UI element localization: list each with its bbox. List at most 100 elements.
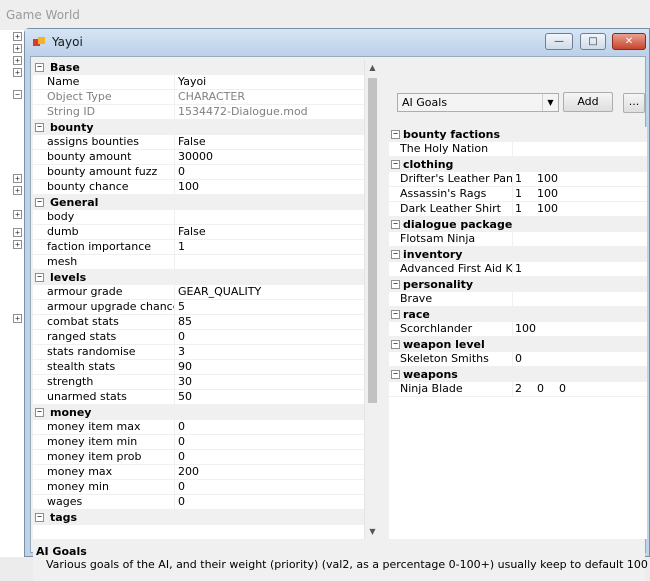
property-row[interactable]: money item max 0 — [33, 420, 364, 435]
chevron-down-icon[interactable]: ▼ — [542, 94, 558, 111]
reference-row[interactable]: Assassin's Rags 1 100 — [389, 187, 647, 202]
list-type-combo[interactable]: AI Goals ▼ — [397, 93, 559, 112]
property-row[interactable]: ranged stats 0 — [33, 330, 364, 345]
scroll-thumb[interactable] — [368, 78, 377, 403]
tree-expand-icon[interactable]: + — [13, 44, 22, 53]
collapse-icon[interactable]: − — [391, 130, 400, 139]
reference-value[interactable]: 100 — [535, 172, 558, 186]
tree-expand-icon[interactable]: + — [13, 186, 22, 195]
reference-value[interactable]: 0 — [513, 352, 535, 366]
collapse-icon[interactable]: − — [391, 220, 400, 229]
property-row[interactable]: stealth stats 90 — [33, 360, 364, 375]
tree-expand-icon[interactable]: + — [13, 314, 22, 323]
property-value[interactable]: Yayoi — [175, 75, 364, 89]
tree-expand-icon[interactable]: + — [13, 56, 22, 65]
property-value[interactable]: 0 — [175, 165, 364, 179]
property-row[interactable]: money min 0 — [33, 480, 364, 495]
tree-expand-icon[interactable]: + — [13, 32, 22, 41]
reference-row[interactable]: Flotsam Ninja — [389, 232, 647, 247]
property-value[interactable]: 3 — [175, 345, 364, 359]
reference-grid[interactable]: − bounty factions The Holy Nation − clothing… — [389, 127, 647, 539]
property-row[interactable]: money max 200 — [33, 465, 364, 480]
reference-value[interactable]: 2 — [513, 382, 535, 396]
property-value[interactable]: GEAR_QUALITY — [175, 285, 364, 299]
property-value[interactable]: 0 — [175, 435, 364, 449]
reference-row[interactable]: Brave — [389, 292, 647, 307]
parent-tree-view[interactable]: + + + + − + + + + + + — [0, 30, 26, 557]
category-header[interactable]: − tags — [33, 510, 364, 525]
property-row[interactable]: stats randomise 3 — [33, 345, 364, 360]
reference-values[interactable]: 100 — [513, 322, 647, 336]
property-value[interactable]: 0 — [175, 420, 364, 434]
reference-values[interactable]: 0 — [513, 352, 647, 366]
tree-expand-icon[interactable]: + — [13, 174, 22, 183]
reference-values[interactable] — [513, 232, 647, 246]
property-row[interactable]: money item min 0 — [33, 435, 364, 450]
reference-category-header[interactable]: − inventory — [389, 247, 647, 262]
reference-value[interactable]: 100 — [535, 187, 558, 201]
property-grid[interactable]: − Base Name Yayoi Object Type CHARACTER String… — [33, 60, 364, 539]
collapse-icon[interactable]: − — [35, 273, 44, 282]
reference-value[interactable]: 1 — [513, 172, 535, 186]
tree-expand-icon[interactable]: + — [13, 210, 22, 219]
tree-collapse-icon[interactable]: − — [13, 90, 22, 99]
reference-value[interactable]: 1 — [513, 202, 535, 216]
collapse-icon[interactable]: − — [35, 513, 44, 522]
collapse-icon[interactable]: − — [35, 123, 44, 132]
reference-row[interactable]: Drifter's Leather Pants 1 100 — [389, 172, 647, 187]
property-value[interactable]: 0 — [175, 480, 364, 494]
reference-row[interactable]: The Holy Nation — [389, 142, 647, 157]
collapse-icon[interactable]: − — [391, 310, 400, 319]
category-header[interactable]: − General — [33, 195, 364, 210]
property-row[interactable]: bounty chance 100 — [33, 180, 364, 195]
reference-row[interactable]: Ninja Blade 2 0 0 — [389, 382, 647, 397]
reference-category-header[interactable]: − race — [389, 307, 647, 322]
reference-category-header[interactable]: − clothing — [389, 157, 647, 172]
property-value[interactable]: 30 — [175, 375, 364, 389]
maximize-button[interactable]: □ — [580, 33, 606, 50]
category-header[interactable]: − Base — [33, 60, 364, 75]
property-value[interactable]: 85 — [175, 315, 364, 329]
reference-category-header[interactable]: − personality — [389, 277, 647, 292]
property-row[interactable]: armour grade GEAR_QUALITY — [33, 285, 364, 300]
collapse-icon[interactable]: − — [391, 160, 400, 169]
property-row[interactable]: bounty amount 30000 — [33, 150, 364, 165]
reference-row[interactable]: Dark Leather Shirt 1 100 — [389, 202, 647, 217]
property-value[interactable] — [175, 255, 364, 269]
close-button[interactable]: ✕ — [612, 33, 646, 50]
collapse-icon[interactable]: − — [35, 63, 44, 72]
add-button[interactable]: Add — [563, 92, 613, 112]
reference-values[interactable]: 1 — [513, 262, 647, 276]
reference-category-header[interactable]: − weapon level — [389, 337, 647, 352]
category-header[interactable]: − money — [33, 405, 364, 420]
property-row[interactable]: money item prob 0 — [33, 450, 364, 465]
property-value[interactable]: 200 — [175, 465, 364, 479]
property-row[interactable]: wages 0 — [33, 495, 364, 510]
scroll-up-icon[interactable]: ▲ — [365, 60, 380, 75]
dialog-titlebar[interactable]: Yayoi — □ ✕ — [25, 29, 649, 55]
reference-row[interactable]: Skeleton Smiths 0 — [389, 352, 647, 367]
reference-value[interactable]: 0 — [535, 382, 557, 396]
property-value[interactable]: 100 — [175, 180, 364, 194]
reference-category-header[interactable]: − weapons — [389, 367, 647, 382]
tree-expand-icon[interactable]: + — [13, 68, 22, 77]
collapse-icon[interactable]: − — [35, 198, 44, 207]
property-value[interactable]: 5 — [175, 300, 364, 314]
reference-row[interactable]: Advanced First Aid Kit 1 — [389, 262, 647, 277]
property-value[interactable]: 0 — [175, 495, 364, 509]
property-row[interactable]: armour upgrade chance 5 — [33, 300, 364, 315]
property-grid-scrollbar[interactable]: ▲ ▼ — [364, 60, 379, 539]
category-header[interactable]: − levels — [33, 270, 364, 285]
property-value[interactable]: False — [175, 135, 364, 149]
property-value[interactable]: 50 — [175, 390, 364, 404]
property-value[interactable]: 30000 — [175, 150, 364, 164]
category-header[interactable]: − bounty — [33, 120, 364, 135]
reference-category-header[interactable]: − dialogue package — [389, 217, 647, 232]
property-row[interactable]: strength 30 — [33, 375, 364, 390]
reference-value[interactable]: 100 — [513, 322, 536, 336]
property-row[interactable]: combat stats 85 — [33, 315, 364, 330]
reference-values[interactable]: 1 100 — [513, 187, 647, 201]
property-row[interactable]: bounty amount fuzz 0 — [33, 165, 364, 180]
reference-values[interactable]: 1 100 — [513, 172, 647, 186]
collapse-icon[interactable]: − — [391, 370, 400, 379]
